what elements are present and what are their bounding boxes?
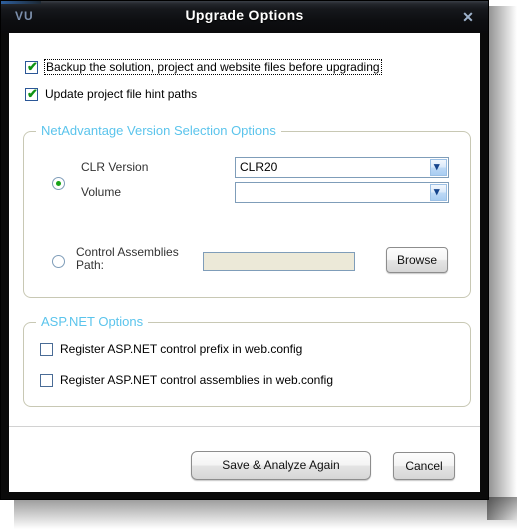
- cancel-button[interactable]: Cancel: [393, 452, 455, 480]
- screenshot-canvas: VU Upgrade Options ✕ ✔ Backup the soluti…: [0, 0, 517, 529]
- control-assemblies-path-radio[interactable]: [52, 255, 65, 268]
- netadvantage-group-box: NetAdvantage Version Selection Options C…: [23, 123, 471, 298]
- footer-separator: [9, 426, 480, 427]
- window-title: Upgrade Options: [185, 7, 304, 23]
- window-shadow-bottom: [14, 497, 517, 529]
- aspnet-assemblies-checkbox[interactable]: [40, 374, 53, 387]
- clr-version-label: CLR Version: [81, 160, 149, 174]
- aspnet-group-box: ASP.NET Options Register ASP.NET control…: [23, 314, 471, 407]
- title-bar[interactable]: VU Upgrade Options ✕: [1, 1, 488, 33]
- aspnet-prefix-checkbox[interactable]: [40, 343, 53, 356]
- clr-version-combobox[interactable]: CLR20 ▾: [235, 157, 449, 178]
- control-assemblies-path-input[interactable]: [203, 252, 355, 271]
- aspnet-assemblies-label: Register ASP.NET control assemblies in w…: [60, 373, 334, 387]
- check-icon: ✔: [27, 86, 38, 101]
- upgrade-options-dialog: VU Upgrade Options ✕ ✔ Backup the soluti…: [0, 0, 489, 500]
- hint-paths-checkbox[interactable]: ✔: [25, 86, 38, 101]
- volume-combobox[interactable]: ▾: [235, 182, 449, 203]
- close-icon[interactable]: ✕: [458, 8, 478, 26]
- volume-dropdown-button[interactable]: ▾: [430, 184, 447, 201]
- aspnet-prefix-label: Register ASP.NET control prefix in web.c…: [60, 342, 303, 356]
- version-selection-radio[interactable]: [52, 177, 65, 190]
- clr-version-dropdown-button[interactable]: ▾: [430, 159, 447, 176]
- hint-paths-checkbox-label: Update project file hint paths: [45, 87, 198, 101]
- chevron-down-icon: ▾: [434, 186, 440, 198]
- chevron-down-icon: ▾: [434, 161, 440, 173]
- backup-checkbox-label: Backup the solution, project and website…: [44, 59, 382, 75]
- window-shadow-right: [487, 6, 517, 520]
- control-assemblies-path-label: Control Assemblies Path:: [76, 245, 179, 272]
- check-icon: ✔: [27, 59, 38, 74]
- save-and-analyze-again-button[interactable]: Save & Analyze Again: [191, 451, 371, 480]
- backup-checkbox[interactable]: ✔: [25, 59, 38, 74]
- volume-label: Volume: [81, 185, 122, 199]
- browse-button[interactable]: Browse: [386, 247, 448, 273]
- aspnet-group-title: ASP.NET Options: [36, 314, 149, 329]
- netadvantage-group-title: NetAdvantage Version Selection Options: [36, 123, 281, 138]
- dialog-client-area: ✔ Backup the solution, project and websi…: [9, 33, 480, 492]
- clr-version-value: CLR20: [240, 160, 278, 174]
